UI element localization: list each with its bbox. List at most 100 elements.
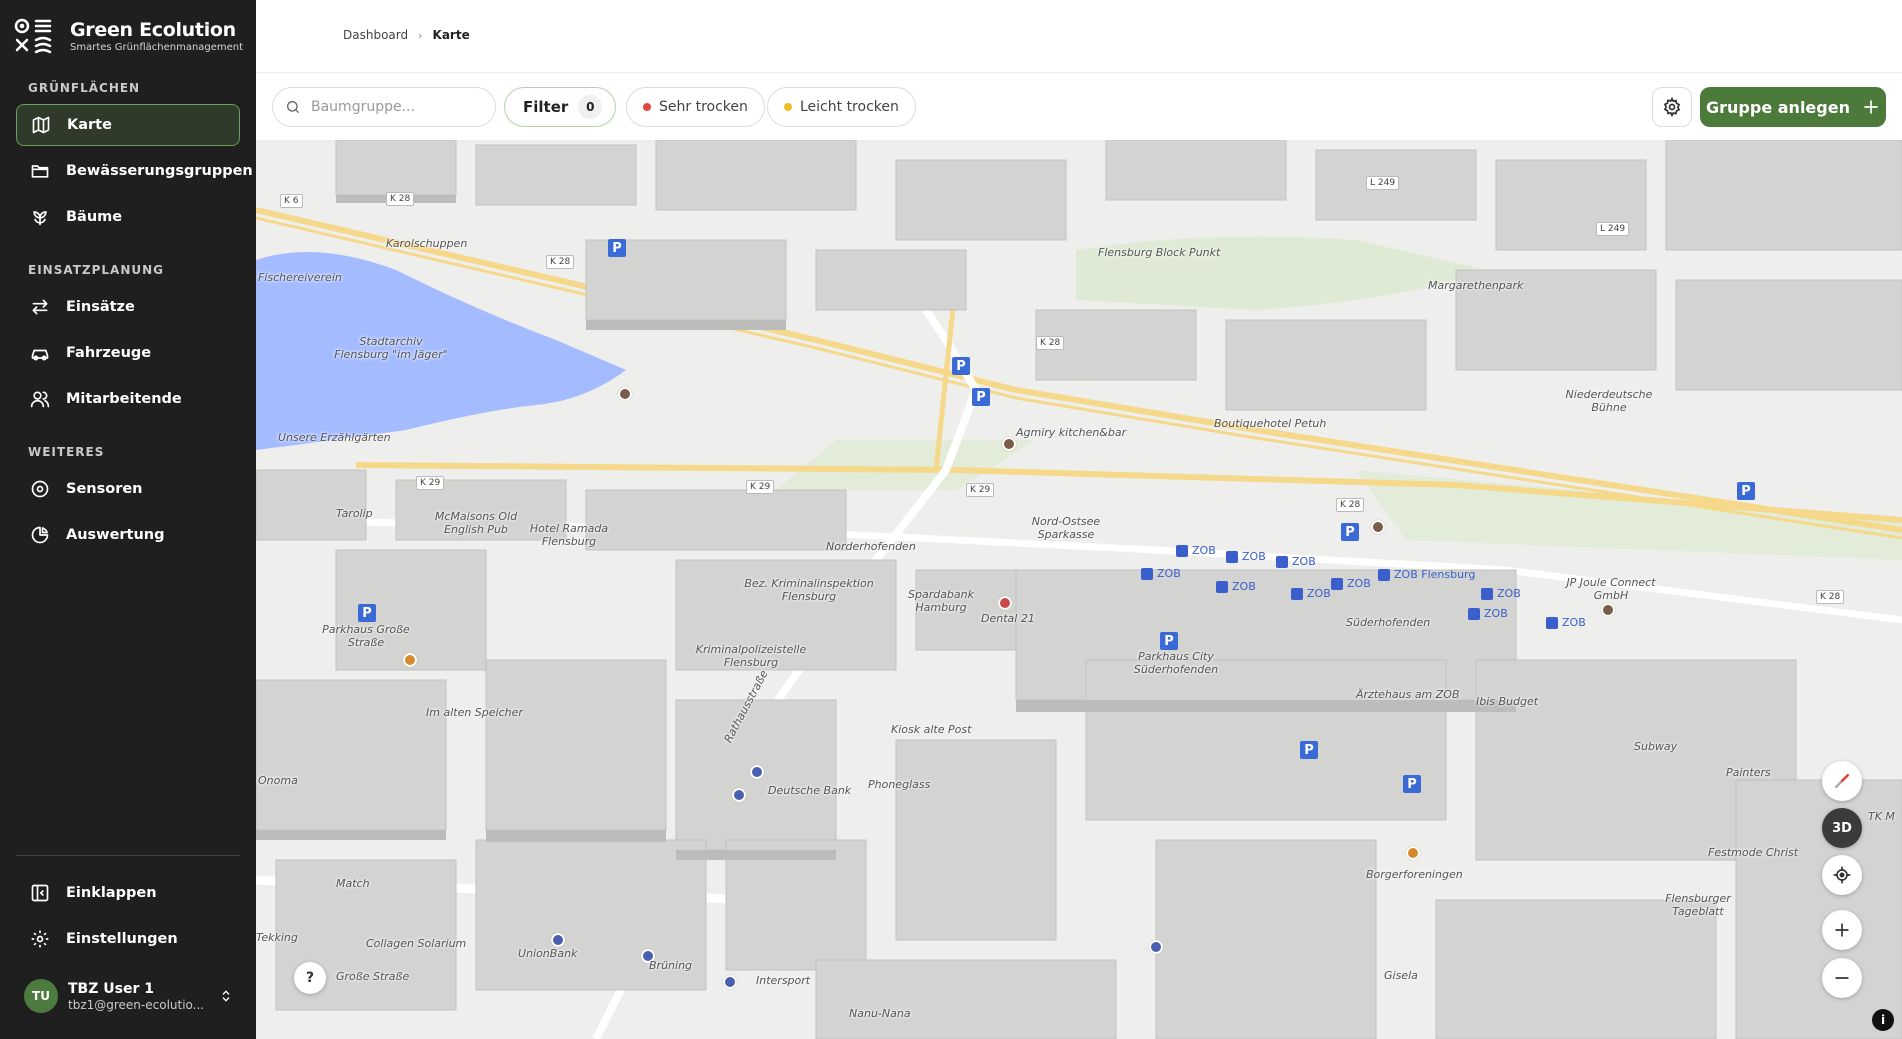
- cafe-poi-icon[interactable]: [618, 387, 632, 401]
- sensor-icon: [31, 480, 49, 498]
- sidebar-item-mitarbeitende[interactable]: Mitarbeitende: [16, 378, 240, 420]
- chevron-up-down-icon: [222, 990, 230, 1002]
- cafe-poi-icon[interactable]: [1601, 603, 1615, 617]
- bus-stop-label: ZOB: [1331, 577, 1371, 590]
- arrows-exchange-icon: [32, 299, 48, 315]
- map-label: Kriminalpolizeistelle Flensburg: [695, 643, 807, 669]
- pie-chart-icon: [31, 526, 49, 544]
- filter-button[interactable]: Filter 0: [504, 87, 616, 127]
- sidebar-item-sensoren[interactable]: Sensoren: [16, 468, 240, 510]
- map-label: Onoma: [258, 774, 298, 787]
- attribution-info-button[interactable]: i: [1872, 1009, 1894, 1031]
- parking-icon[interactable]: P: [1160, 632, 1178, 650]
- section-label-einsatzplanung: EINSATZPLANUNG: [28, 263, 164, 277]
- bus-icon: [1276, 555, 1288, 568]
- map-label: Flensburger Tageblatt: [1665, 892, 1731, 918]
- parking-icon[interactable]: P: [1403, 775, 1421, 793]
- search-field[interactable]: [272, 87, 496, 127]
- help-button[interactable]: ?: [294, 962, 326, 994]
- bus-stop-label: ZOB: [1546, 616, 1586, 629]
- legend-chip-leicht-trocken[interactable]: Leicht trocken: [767, 87, 916, 127]
- shop-poi-icon[interactable]: [551, 933, 565, 947]
- map-label: Intersport: [756, 974, 811, 987]
- map-label: Süderhofenden: [1346, 616, 1431, 629]
- locate-button[interactable]: [1822, 855, 1862, 895]
- map-label: Stadtarchiv Flensburg "im Jäger": [334, 335, 448, 361]
- parking-icon[interactable]: P: [1300, 741, 1318, 759]
- shop-poi-icon[interactable]: [732, 788, 746, 802]
- sidebar-item-einsaetze[interactable]: Einsätze: [16, 286, 240, 328]
- shop-poi-icon[interactable]: [723, 975, 737, 989]
- cafe-poi-icon[interactable]: [1002, 437, 1016, 451]
- breadcrumb: Dashboard › Karte: [343, 28, 470, 42]
- brand[interactable]: Green Ecolution Smartes Grünflächenmanag…: [14, 18, 243, 56]
- breadcrumb-current: Karte: [432, 28, 470, 42]
- map-label: Boutiquehotel Petuh: [1214, 417, 1327, 430]
- shop-poi-icon[interactable]: [750, 765, 764, 779]
- zoom-in-button[interactable]: [1822, 910, 1862, 950]
- road-badge: K 29: [746, 480, 775, 494]
- sidebar-item-fahrzeuge[interactable]: Fahrzeuge: [16, 332, 240, 374]
- bus-icon: [1226, 550, 1238, 563]
- sidebar-item-karte[interactable]: Karte: [16, 104, 240, 146]
- road-badge: L 249: [1596, 222, 1630, 236]
- collapse-sidebar-button[interactable]: Einklappen: [16, 872, 240, 914]
- user-menu[interactable]: TU TBZ User 1 tbz1@green-ecolutio...: [24, 978, 234, 1014]
- chevron-right-icon: ›: [418, 28, 423, 42]
- restaurant-poi-icon[interactable]: [403, 653, 417, 667]
- zoom-out-button[interactable]: [1822, 958, 1862, 998]
- sidebar-item-label: Fahrzeuge: [66, 345, 152, 361]
- sidebar-item-auswertung[interactable]: Auswertung: [16, 514, 240, 556]
- user-name: TBZ User 1: [68, 980, 154, 997]
- parking-icon[interactable]: P: [608, 239, 626, 257]
- sidebar-item-baeume[interactable]: Bäume: [16, 196, 240, 238]
- folder-icon: [31, 165, 49, 178]
- shop-poi-icon[interactable]: [1149, 940, 1163, 954]
- map-label: Painters: [1726, 766, 1771, 779]
- search-input[interactable]: [311, 99, 481, 115]
- filter-count-badge: 0: [578, 95, 603, 119]
- restaurant-poi-icon[interactable]: [1406, 846, 1420, 860]
- app-root: Green Ecolution Smartes Grünflächenmanag…: [0, 0, 1902, 1039]
- parking-icon[interactable]: P: [952, 357, 970, 375]
- bus-stop-label: ZOB Flensburg: [1378, 568, 1475, 581]
- user-email: tbz1@green-ecolutio...: [68, 997, 205, 1012]
- parking-icon[interactable]: P: [972, 388, 990, 406]
- map-label: Deutsche Bank: [768, 784, 852, 797]
- map-label: Ärztehaus am ZOB: [1356, 688, 1460, 701]
- map-label: Nord-Ostsee Sparkasse: [1031, 515, 1101, 541]
- search-icon: [287, 101, 299, 113]
- breadcrumb-dashboard[interactable]: Dashboard: [343, 28, 408, 42]
- settings-link[interactable]: Einstellungen: [16, 918, 240, 960]
- chip-label: Sehr trocken: [659, 99, 748, 115]
- parking-icon[interactable]: P: [358, 604, 376, 622]
- sidebar: Green Ecolution Smartes Grünflächenmanag…: [0, 0, 256, 1039]
- map-label: Tarolip: [336, 507, 373, 520]
- cafe-poi-icon[interactable]: [1371, 520, 1385, 534]
- sidebar-item-bewaesserungsgruppen[interactable]: Bewässerungsgruppen: [16, 150, 253, 192]
- bus-stop-label: ZOB: [1291, 587, 1331, 600]
- status-dot-red: [643, 103, 651, 111]
- map-label: Festmode Christ: [1708, 846, 1799, 859]
- bus-icon: [1216, 580, 1228, 593]
- road-badge: K 28: [1036, 336, 1065, 350]
- create-group-button[interactable]: Gruppe anlegen: [1700, 87, 1886, 127]
- plus-icon: [1864, 100, 1878, 114]
- road-badge: K 28: [1336, 498, 1365, 512]
- legend-chip-sehr-trocken[interactable]: Sehr trocken: [626, 87, 765, 127]
- sidebar-item-label: Bäume: [66, 209, 123, 225]
- compass-button[interactable]: [1822, 761, 1862, 801]
- dental-poi-icon[interactable]: [998, 596, 1012, 610]
- toggle-3d-button[interactable]: 3D: [1822, 808, 1862, 848]
- map-settings-button[interactable]: [1652, 87, 1692, 127]
- map-label: Match: [336, 877, 370, 890]
- brand-title: Green Ecolution: [70, 19, 236, 41]
- parking-icon[interactable]: P: [1737, 482, 1755, 500]
- map-label: Brüning: [649, 959, 693, 972]
- bus-icon: [1378, 568, 1390, 581]
- map-label: Margarethenpark: [1428, 279, 1524, 292]
- parking-icon[interactable]: P: [1341, 523, 1359, 541]
- map-label: Im alten Speicher: [426, 706, 523, 719]
- gear-icon: [31, 930, 49, 948]
- map-canvas[interactable]: K 28 K 28 K 28 K 28 K 28 K 29 K 29 K 29 …: [256, 140, 1902, 1039]
